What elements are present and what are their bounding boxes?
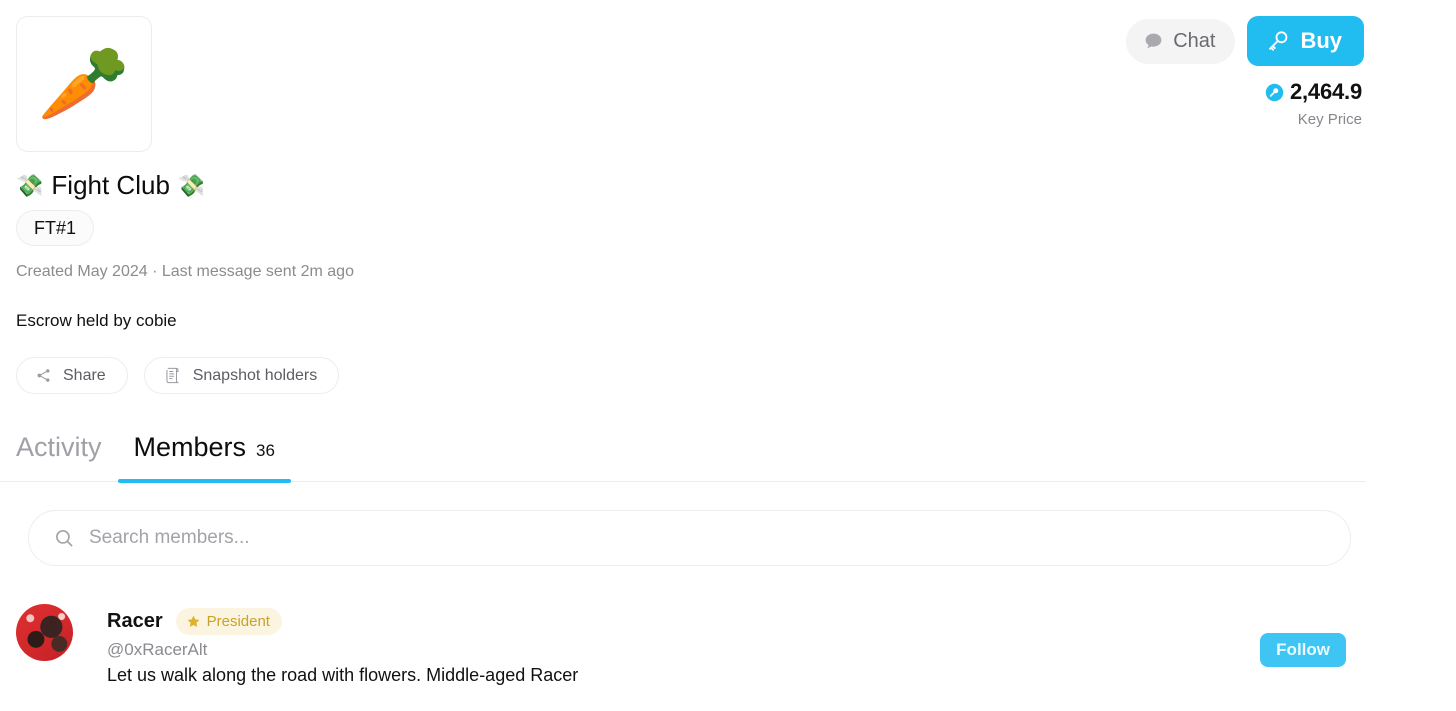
snapshot-holders-button[interactable]: Snapshot holders xyxy=(143,357,340,394)
money-emoji-left: 💸 xyxy=(16,172,44,198)
member-name-row: Racer President xyxy=(107,608,578,635)
carrot-emoji: 🥕 xyxy=(37,42,131,125)
star-icon xyxy=(186,614,201,629)
member-row: Racer President @0xRacerAlt Let us walk … xyxy=(16,604,1346,686)
share-button[interactable]: Share xyxy=(16,357,128,394)
chat-button[interactable]: Chat xyxy=(1126,18,1236,64)
tab-activity-label: Activity xyxy=(16,432,102,462)
tab-members-count: 36 xyxy=(256,441,275,460)
group-detail-page: Chat Buy 2,464.9 Key Price 🥕 💸 Fight Clu… xyxy=(0,0,1456,711)
page-title: 💸 Fight Club 💸 xyxy=(16,170,205,201)
search-members-field[interactable] xyxy=(28,510,1351,566)
escrow-note: Escrow held by cobie xyxy=(16,311,177,330)
share-nodes-icon xyxy=(35,367,52,384)
search-icon xyxy=(53,527,75,549)
group-thumbnail[interactable]: 🥕 xyxy=(16,16,152,152)
member-name[interactable]: Racer xyxy=(107,610,163,633)
header-actions: Chat Buy 2,464.9 Key Price xyxy=(1126,16,1364,128)
ticker-badge[interactable]: FT#1 xyxy=(16,210,95,246)
key-price: 2,464.9 xyxy=(1265,79,1364,105)
search-input[interactable] xyxy=(89,511,1326,565)
member-handle[interactable]: @0xRacerAlt xyxy=(107,640,578,660)
share-button-label: Share xyxy=(63,366,106,384)
tab-activity[interactable]: Activity xyxy=(0,432,118,481)
racer-avatar[interactable] xyxy=(16,604,73,661)
group-meta: Created May 2024 · Last message sent 2m … xyxy=(16,263,354,280)
key-price-caption: Key Price xyxy=(1297,111,1362,128)
money-emoji-right: 💸 xyxy=(177,172,206,198)
group-name: Fight Club xyxy=(51,170,170,200)
tab-members-label: Members xyxy=(133,432,247,462)
snapshot-holders-button-label: Snapshot holders xyxy=(192,366,318,384)
chat-button-label: Chat xyxy=(1173,30,1216,52)
buy-button[interactable]: Buy xyxy=(1247,16,1364,66)
tab-bar: Activity Members 36 xyxy=(0,418,1366,483)
key-token-icon xyxy=(1265,83,1284,102)
key-icon xyxy=(1265,28,1291,54)
role-label: President xyxy=(206,613,270,630)
secondary-actions: Share Snapshot holders xyxy=(16,357,340,394)
status-badge: President xyxy=(175,608,282,635)
key-price-value: 2,464.9 xyxy=(1289,79,1362,104)
member-bio: Let us walk along the road with flowers.… xyxy=(107,665,579,685)
header-action-row: Chat Buy xyxy=(1126,16,1364,66)
buy-button-label: Buy xyxy=(1300,28,1342,53)
scroll-document-icon xyxy=(163,366,182,385)
speech-bubble-icon xyxy=(1143,31,1164,52)
tab-members[interactable]: Members 36 xyxy=(117,432,292,483)
follow-button[interactable]: Follow xyxy=(1260,633,1346,667)
member-info: Racer President @0xRacerAlt Let us walk … xyxy=(107,604,578,686)
